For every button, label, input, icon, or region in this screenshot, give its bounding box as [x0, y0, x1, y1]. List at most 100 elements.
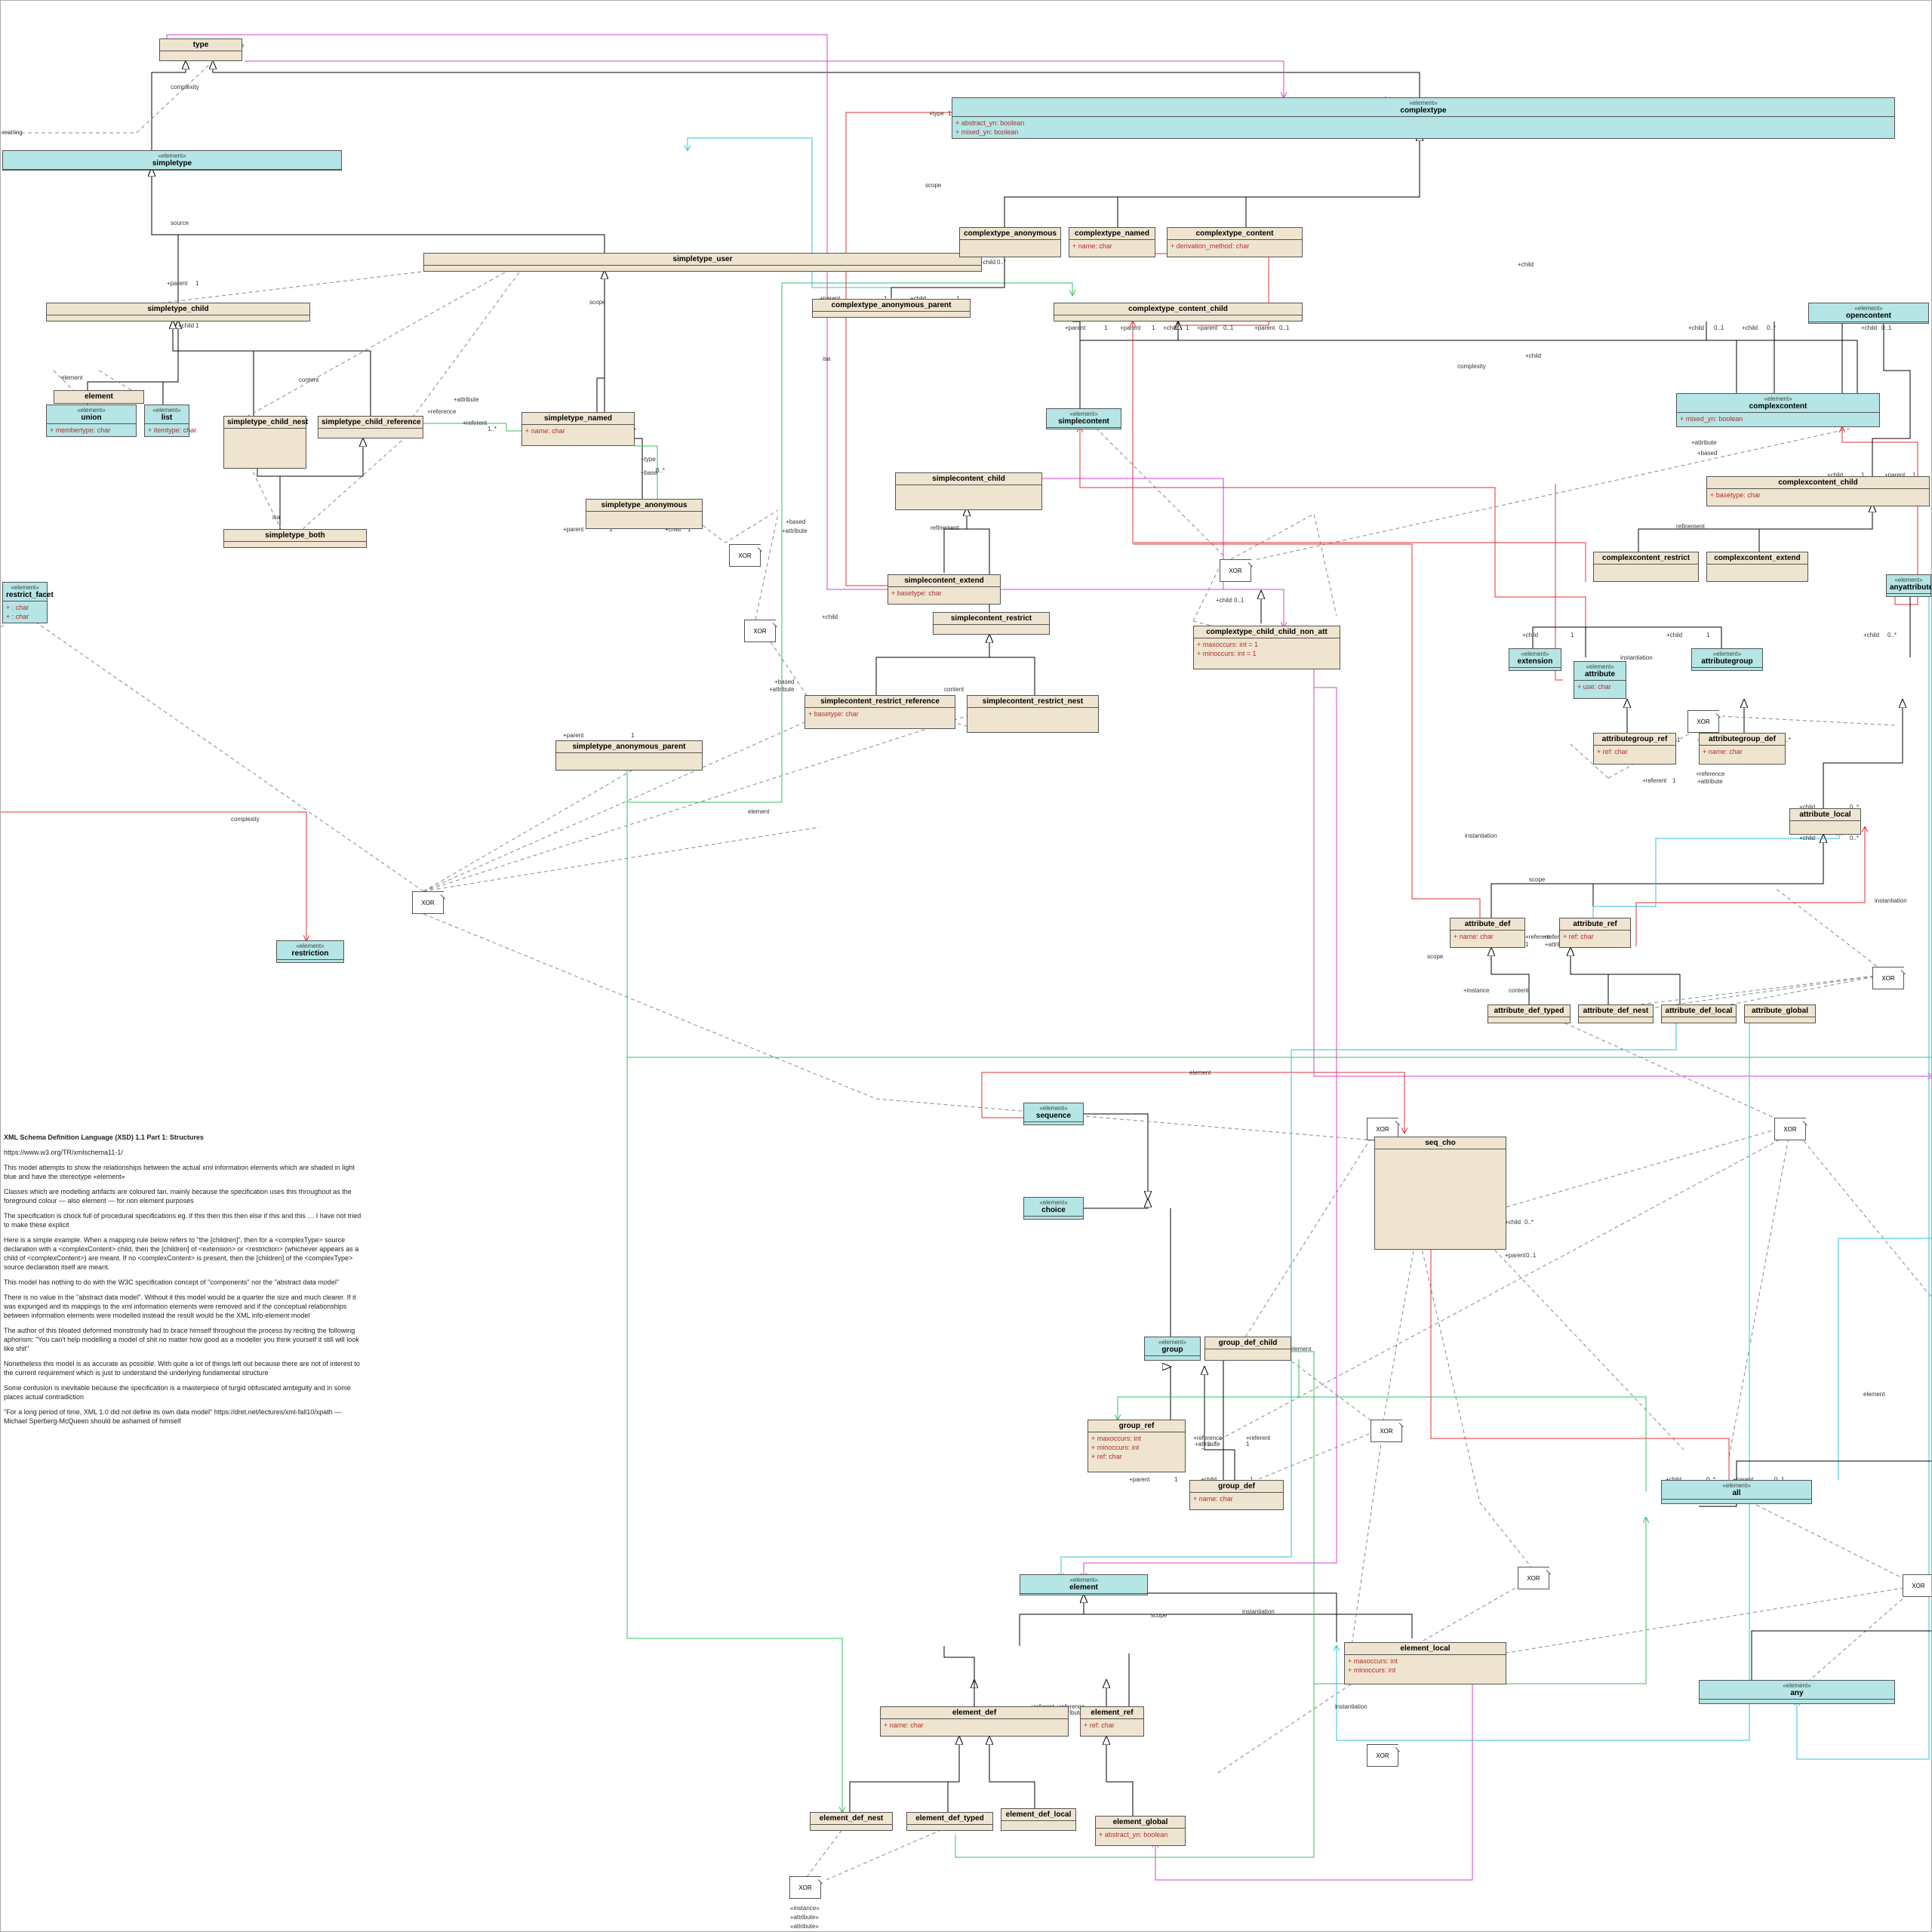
role-label: instantiation — [1242, 1608, 1275, 1615]
class-complextype_content: complextype_content+ derivation_method: … — [1167, 227, 1303, 257]
role-label: +type — [929, 110, 944, 117]
role-label: +base — [641, 469, 657, 476]
class-simpletype_child: simpletype_child — [46, 303, 310, 321]
class-simplecontent: «element»simplecontent — [1046, 408, 1121, 429]
class-complexcontent_extend: complexcontent_extend — [1706, 552, 1808, 582]
xor-note: XOR — [1872, 967, 1904, 989]
class-simpletype_child_reference: simpletype_child_reference — [318, 416, 423, 438]
mult-label: 0..1 — [1881, 325, 1891, 331]
mult-label: 0..1 — [1234, 597, 1244, 604]
mult-label: 1 — [195, 322, 198, 329]
role-label: +parent — [1065, 325, 1085, 331]
mult-label: 1 — [1672, 777, 1675, 784]
xor-note: XOR — [1367, 1744, 1398, 1767]
class-element_top: element — [54, 390, 144, 404]
role-label: +child — [1505, 1219, 1521, 1226]
role-label: +child — [1518, 261, 1534, 268]
class-group_def_child: group_def_child — [1204, 1337, 1291, 1361]
role-label: scope — [589, 299, 605, 306]
role-label: +parent — [1120, 325, 1140, 331]
role-label: refinement — [931, 525, 959, 531]
class-complextype_anonymous: complextype_anonymous — [959, 227, 1061, 257]
class-simplecontent_restrict_reference: simplecontent_restrict_reference+ basety… — [804, 695, 955, 729]
role-label: +child — [822, 614, 838, 620]
role-label: +child — [1742, 325, 1758, 331]
role-label: +attribute — [1697, 778, 1723, 785]
class-attribute: «element»attribute+ use: char — [1574, 661, 1626, 699]
class-simpletype_anonymous_parent: simpletype_anonymous_parent — [555, 740, 703, 771]
class-complextype_named: complextype_named+ name: char — [1069, 227, 1155, 257]
class-attribute_global: attribute_global — [1744, 1004, 1816, 1023]
xor-note: XOR — [729, 544, 761, 567]
class-anyattribute: «element»anyattribute — [1886, 574, 1931, 597]
class-simpletype_both: simpletype_both — [223, 529, 367, 548]
role-label: isa — [823, 355, 830, 362]
class-element_def_typed: element_def_typed — [906, 1812, 993, 1831]
role-label: +parent — [563, 732, 583, 739]
class-type: type — [159, 38, 242, 61]
class-complexcontent_restrict: complexcontent_restrict — [1593, 552, 1699, 582]
class-element_def_local: element_def_local — [1001, 1808, 1076, 1831]
class-simplecontent_child: simplecontent_child — [895, 472, 1042, 510]
class-complexcontent: «element»complexcontent+ mixed_yn: boole… — [1676, 393, 1880, 427]
diagram-canvas: XOR XOR XOR XOR XOR XOR XOR XOR XOR XOR … — [0, 0, 1932, 1932]
role-label: +child — [178, 322, 194, 329]
mult-label: 1..* — [488, 426, 497, 432]
mult-label: 0..* — [997, 259, 1006, 266]
role-label: +child — [1522, 632, 1538, 638]
class-choice: «element»choice — [1023, 1197, 1084, 1220]
class-attribute_local: attribute_local — [1789, 808, 1861, 835]
mult-label: 1 — [1104, 325, 1107, 331]
class-element: «element»element — [1020, 1574, 1148, 1595]
role-label: element — [61, 374, 82, 381]
class-complextype_content_child: complextype_content_child — [1054, 303, 1303, 321]
class-group: «element»group — [1144, 1337, 1201, 1361]
role-label: +attribute — [769, 686, 795, 693]
mult-label: 1 — [631, 732, 634, 739]
xor-note: XOR — [1518, 1567, 1549, 1589]
role-label: +instance — [1463, 987, 1489, 994]
class-sequence: «element»sequence — [1023, 1103, 1084, 1125]
role-label: content — [944, 686, 964, 693]
role-label: +parent — [1197, 325, 1217, 331]
xor-note: XOR — [744, 620, 776, 642]
role-label: refinement — [1676, 523, 1705, 530]
role-label: +child — [1525, 352, 1541, 359]
role-label: +parent — [1254, 325, 1275, 331]
role-label: isa — [272, 514, 280, 521]
class-simplecontent_restrict: simplecontent_restrict — [933, 612, 1050, 635]
class-attribute_def_typed: attribute_def_typed — [1487, 1004, 1571, 1023]
role-label: +parent — [167, 280, 187, 287]
role-label: +parent — [563, 526, 583, 533]
role-label: content — [1509, 987, 1528, 994]
xor-note: XOR — [1903, 1574, 1932, 1597]
class-element_def_nest: element_def_nest — [810, 1812, 893, 1831]
role-label: +child — [1863, 632, 1879, 638]
role-label: element — [1863, 1391, 1884, 1398]
mult-label: 1 — [195, 280, 198, 287]
role-label: complexity — [1457, 363, 1486, 370]
role-label: +reference — [427, 408, 456, 415]
role-label: +attribute — [782, 528, 808, 534]
mult-label: 1 — [1186, 325, 1189, 331]
class-element_global: element_global+ abstract_yn: boolean — [1095, 1816, 1186, 1846]
mult-label: 1 — [1571, 632, 1574, 638]
role-label: «attribute» — [790, 1914, 819, 1921]
role-label: +parent — [1505, 1252, 1525, 1259]
role-label: source — [171, 220, 189, 226]
role-label: instantiation — [1620, 654, 1653, 661]
role-label: restring — [2, 129, 23, 136]
class-attribute_def: attribute_def+ name: char — [1450, 918, 1525, 948]
class-opencontent: «element»opencontent — [1808, 303, 1929, 324]
class-any: «element»any — [1699, 1680, 1895, 1704]
class-seq_cho: seq_cho — [1374, 1137, 1506, 1250]
mult-label: 0..1 — [1223, 325, 1233, 331]
mult-label: 0..1 — [1714, 325, 1724, 331]
mult-label: 1 — [1706, 632, 1709, 638]
role-label: +based — [1697, 450, 1717, 457]
class-attributegroup_ref: attributegroup_ref+ ref: char — [1593, 733, 1676, 764]
role-label: +child — [1666, 632, 1682, 638]
class-simpletype_child_nest: simpletype_child_nest — [223, 416, 306, 469]
class-complextype_child_child_non_att: complextype_child_child_non_att+ maxoccu… — [1193, 626, 1340, 669]
role-label: complexity — [231, 816, 260, 823]
